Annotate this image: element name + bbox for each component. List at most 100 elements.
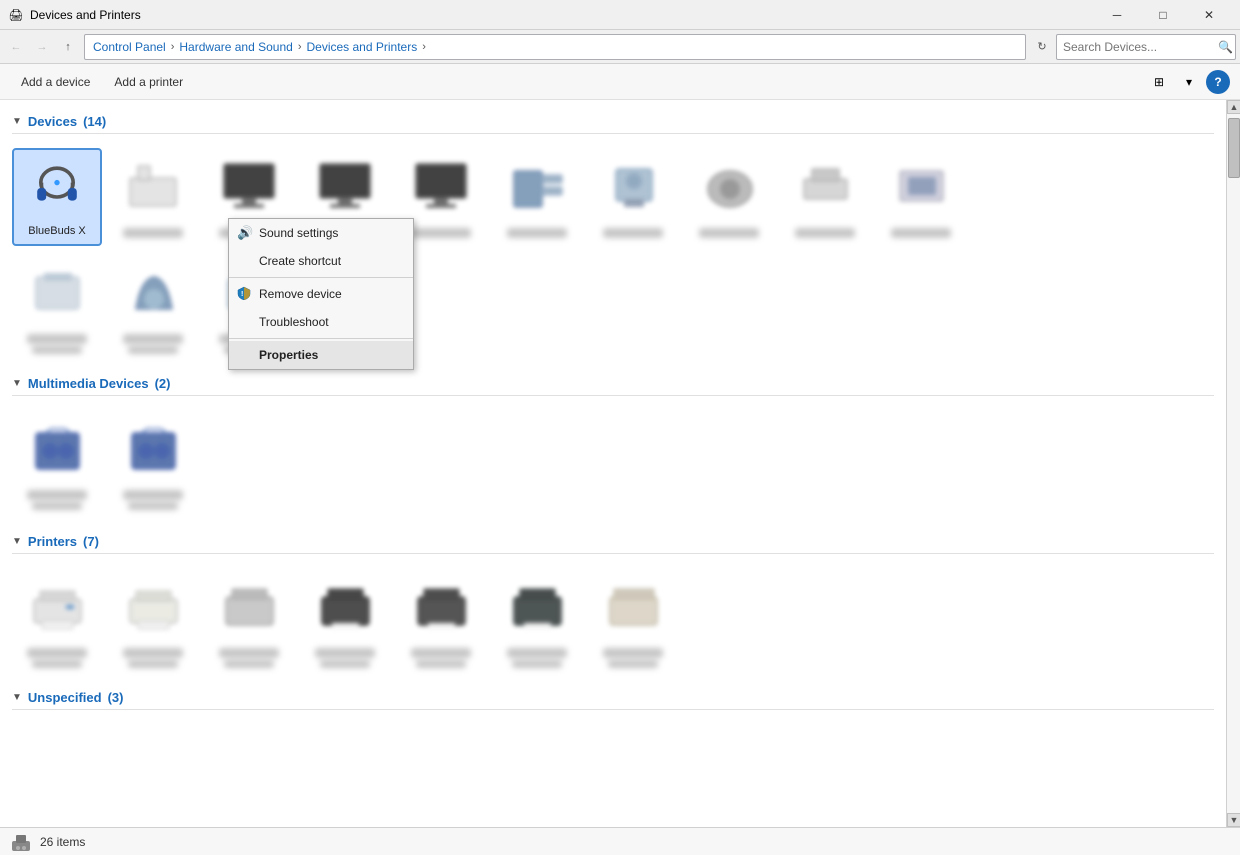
devices-grid: BlueBuds X [12,144,1214,258]
unspecified-label: Unspecified [28,690,102,705]
printer-6[interactable] [492,568,582,676]
add-device-button[interactable]: Add a device [10,69,101,95]
multimedia-section-header: ▼ Multimedia Devices (2) [12,376,1214,396]
printer-3-icon [217,576,281,640]
toolbar: Add a device Add a printer ⊞ ▾ ? [0,64,1240,100]
search-box: 🔍 [1056,34,1236,60]
multimedia-count: (2) [155,376,171,391]
title-bar: 🖨 Devices and Printers ─ □ ✕ [0,0,1240,30]
headset-icon [30,161,84,215]
printers-count: (7) [83,534,99,549]
refresh-button[interactable]: ↻ [1030,34,1054,60]
printer-3[interactable] [204,568,294,676]
device-8-icon [697,156,761,220]
add-printer-button[interactable]: Add a printer [103,69,194,95]
printer-7[interactable] [588,568,678,676]
close-button[interactable]: ✕ [1186,0,1232,30]
svg-text:!: ! [241,291,243,298]
device-3-icon [217,156,281,220]
toolbar-right: ⊞ ▾ ? [1146,69,1230,95]
device-10[interactable] [876,148,966,246]
device-8[interactable] [684,148,774,246]
window-title: Devices and Printers [30,8,1094,22]
printers-label: Printers [28,534,77,549]
back-button[interactable]: ← [4,34,28,60]
printer-5[interactable] [396,568,486,676]
device-9[interactable] [780,148,870,246]
multimedia-collapse-arrow[interactable]: ▼ [12,378,22,389]
breadcrumb-devices-printers[interactable]: Devices and Printers [304,40,419,54]
device-7-icon [601,156,665,220]
view-dropdown-button[interactable]: ▾ [1176,69,1202,95]
context-separator-2 [229,338,413,339]
device-r2-2[interactable] [108,254,198,362]
printer-1-icon [25,576,89,640]
device-2[interactable] [108,148,198,246]
multimedia-1[interactable] [12,410,102,518]
device-6-icon [505,156,569,220]
status-bar: 26 items [0,827,1240,855]
help-button[interactable]: ? [1206,70,1230,94]
window-icon: 🖨 [8,7,24,23]
multimedia-2[interactable] [108,410,198,518]
printer-4-icon [313,576,377,640]
main-content: ▼ Devices (14) BlueBuds X [0,100,1226,827]
context-properties[interactable]: Properties [229,341,413,369]
context-remove-device[interactable]: ! Remove device [229,280,413,308]
devices-label: Devices [28,114,77,129]
sound-icon: 🔊 [237,225,253,241]
up-button[interactable]: ↑ [56,34,80,60]
bluebuds-label: BlueBuds X [28,224,85,238]
printers-collapse-arrow[interactable]: ▼ [12,536,22,547]
device-r2-2-icon [121,262,185,326]
address-bar: ← → ↑ Control Panel › Hardware and Sound… [0,30,1240,64]
device-r2-1-icon [25,262,89,326]
printers-grid [12,564,1214,684]
multimedia-1-icon [25,418,89,482]
printer-2-icon [121,576,185,640]
context-troubleshoot[interactable]: Troubleshoot [229,308,413,336]
context-sound-settings[interactable]: 🔊 Sound settings [229,219,413,247]
bluebuds-icon-box [25,156,89,220]
multimedia-label: Multimedia Devices [28,376,149,391]
devices-grid-2 [12,250,1214,370]
unspecified-collapse-arrow[interactable]: ▼ [12,692,22,703]
device-r2-1[interactable] [12,254,102,362]
device-10-icon [889,156,953,220]
unspecified-count: (3) [108,690,124,705]
status-icon [10,831,32,853]
devices-count: (14) [83,114,106,129]
scroll-up-arrow[interactable]: ▲ [1227,100,1240,114]
content-area: ▼ Devices (14) BlueBuds X [0,100,1240,827]
devices-section-header: ▼ Devices (14) [12,114,1214,134]
printer-6-icon [505,576,569,640]
context-create-shortcut[interactable]: Create shortcut [229,247,413,275]
printer-7-icon [601,576,665,640]
status-count: 26 items [40,835,85,849]
search-icon[interactable]: 🔍 [1218,40,1233,54]
device-bluebuds[interactable]: BlueBuds X [12,148,102,246]
multimedia-grid [12,406,1214,528]
scroll-thumb[interactable] [1228,118,1240,178]
devices-collapse-arrow[interactable]: ▼ [12,116,22,127]
device-5-icon [409,156,473,220]
minimize-button[interactable]: ─ [1094,0,1140,30]
printer-4[interactable] [300,568,390,676]
view-toggle-button[interactable]: ⊞ [1146,69,1172,95]
search-input[interactable] [1063,40,1218,54]
device-7[interactable] [588,148,678,246]
context-separator-1 [229,277,413,278]
breadcrumb-hardware-sound[interactable]: Hardware and Sound [177,40,294,54]
scrollbar[interactable]: ▲ ▼ [1226,100,1240,827]
printer-2[interactable] [108,568,198,676]
multimedia-2-icon [121,418,185,482]
device-4-icon [313,156,377,220]
unspecified-section-header: ▼ Unspecified (3) [12,690,1214,710]
scroll-track[interactable] [1227,114,1240,813]
scroll-down-arrow[interactable]: ▼ [1227,813,1240,827]
printer-1[interactable] [12,568,102,676]
maximize-button[interactable]: □ [1140,0,1186,30]
device-6[interactable] [492,148,582,246]
forward-button[interactable]: → [30,34,54,60]
breadcrumb-control-panel[interactable]: Control Panel [91,40,168,54]
